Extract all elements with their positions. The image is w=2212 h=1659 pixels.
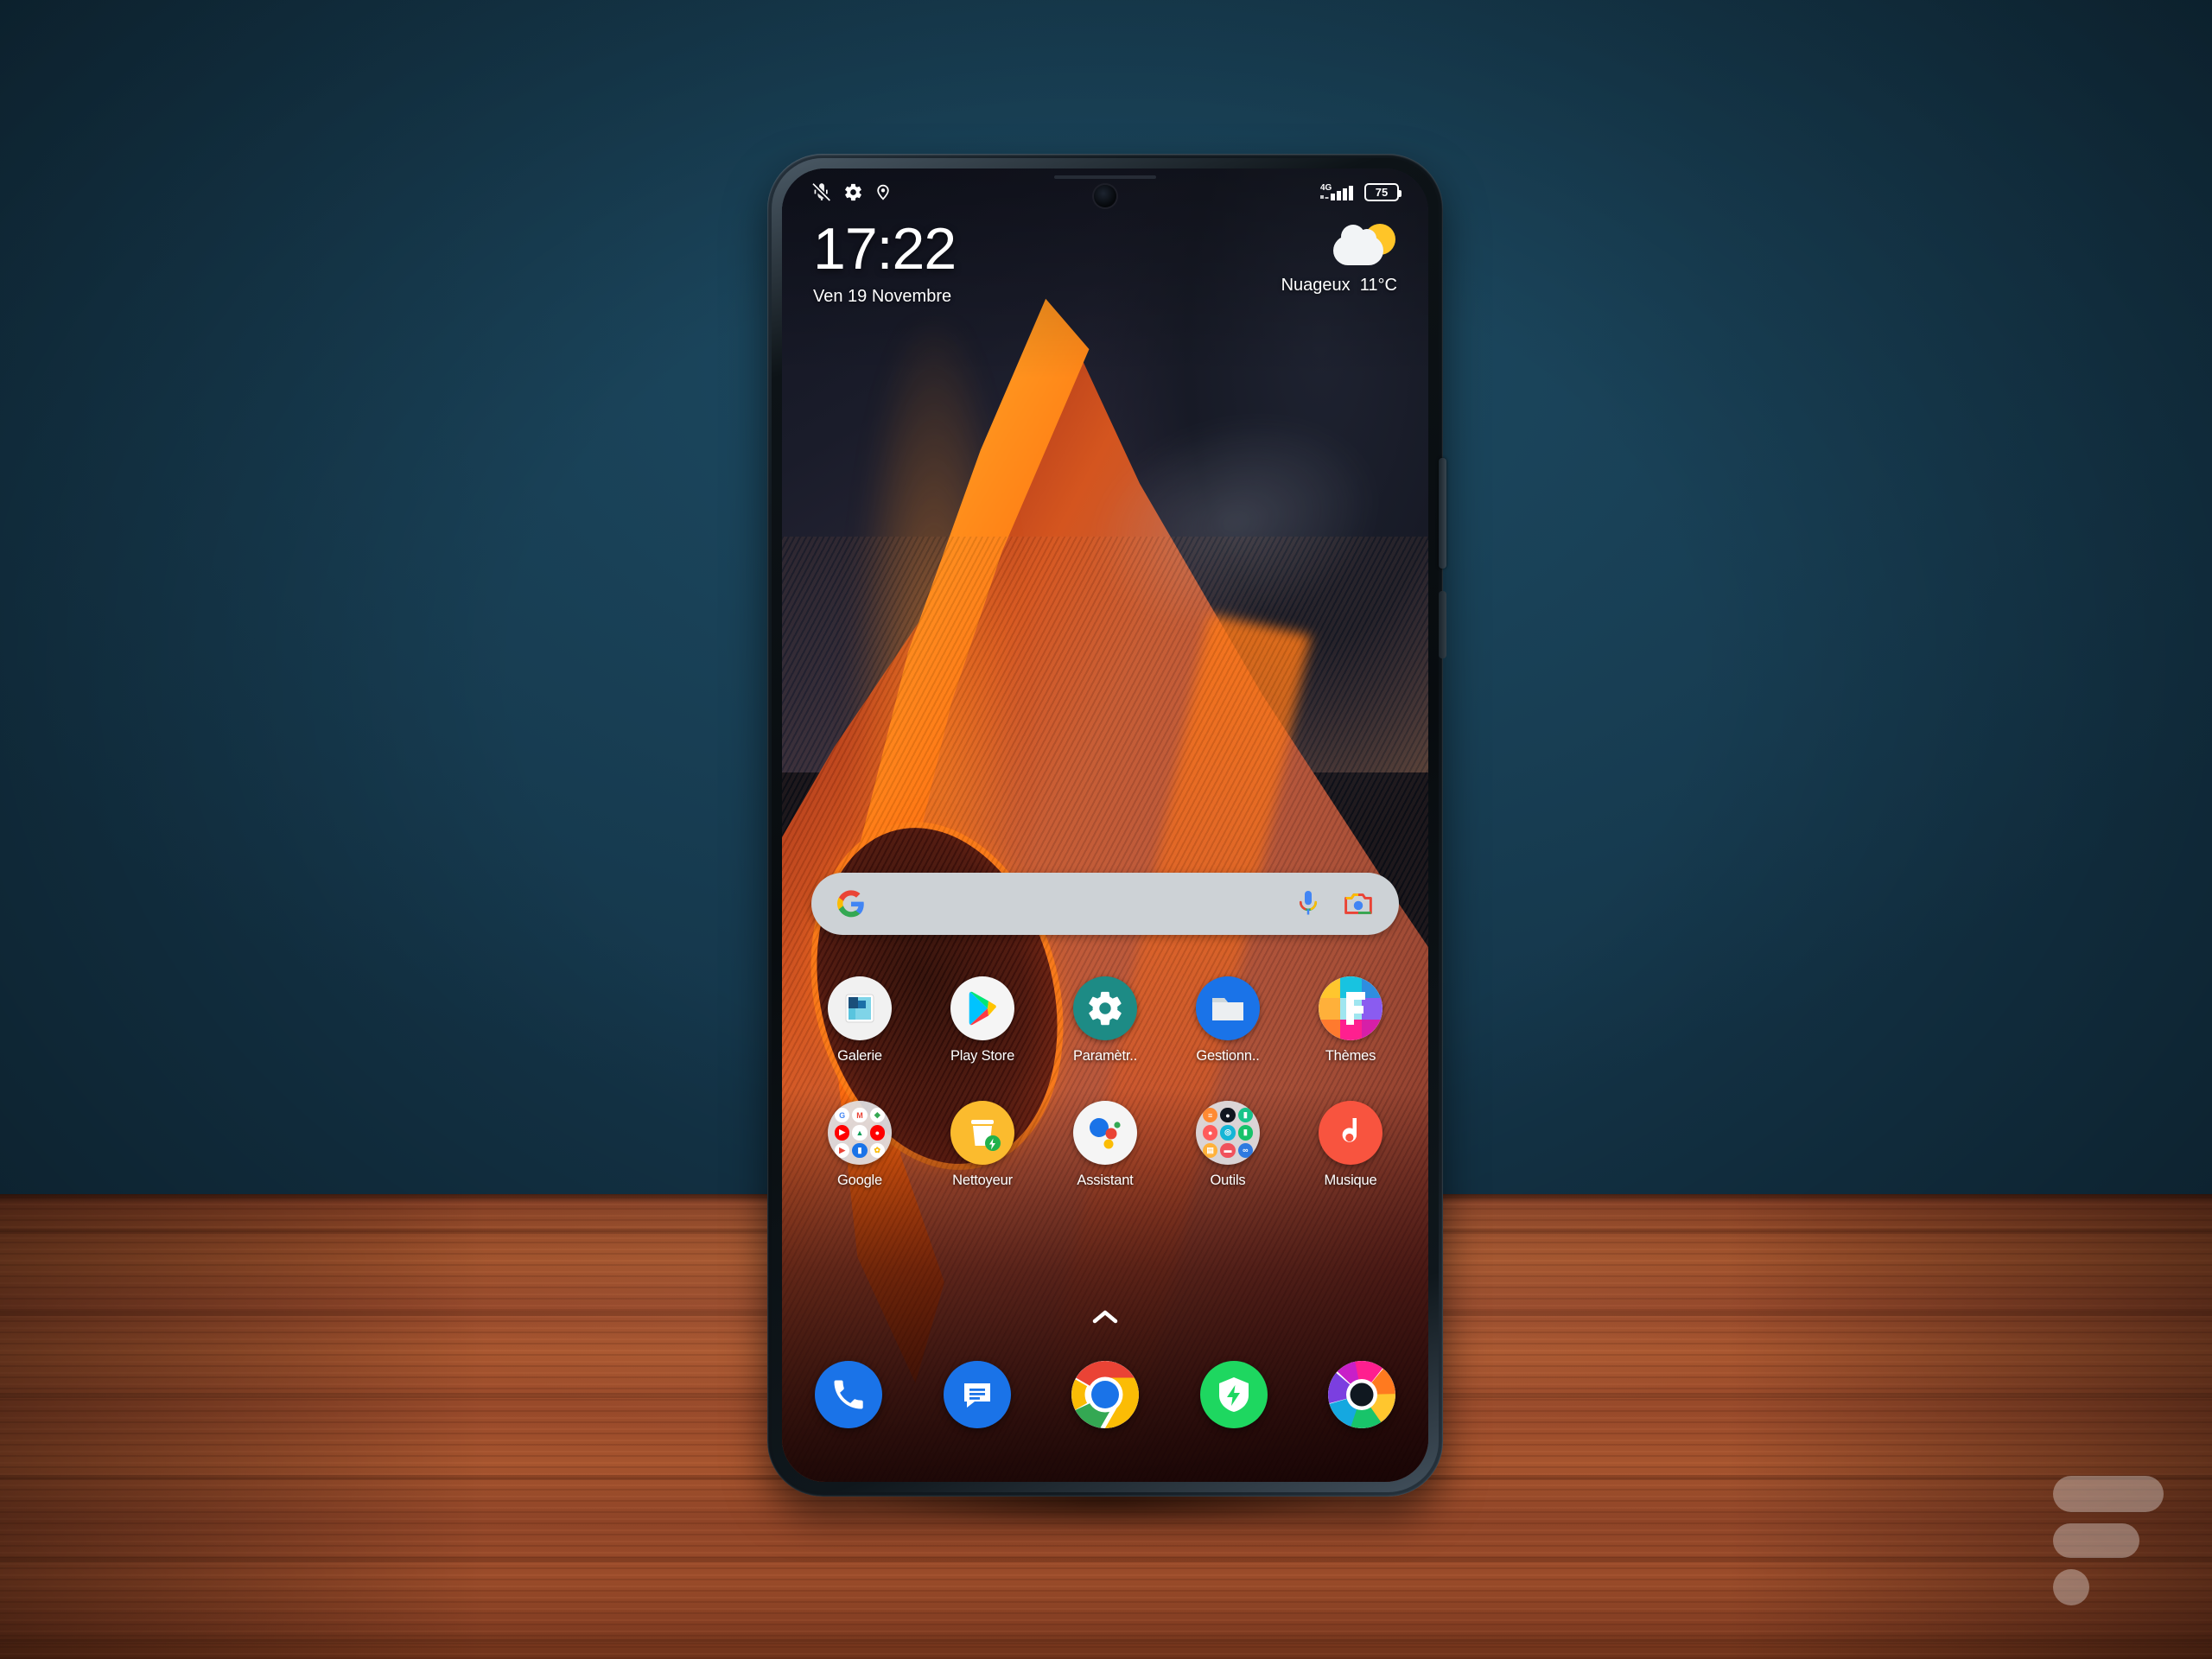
file-manager-icon[interactable] xyxy=(1196,976,1260,1040)
mini-icon-fm-radio: ▬ xyxy=(1220,1142,1236,1158)
app-label: Gestionn.. xyxy=(1196,1048,1260,1064)
app-parametres[interactable]: Paramètr.. xyxy=(1058,976,1152,1065)
chrome-icon[interactable] xyxy=(1071,1361,1139,1428)
gallery-icon[interactable] xyxy=(828,976,892,1040)
google-folder-icon[interactable]: G M ◆ ▶ ▲ ● ▶ ▮ ✿ xyxy=(828,1101,892,1165)
mini-icon-google: G xyxy=(835,1108,850,1123)
app-galerie[interactable]: Galerie xyxy=(813,976,906,1065)
status-bar: 4G 75 xyxy=(782,168,1428,215)
app-themes[interactable]: Thèmes xyxy=(1304,976,1397,1065)
dock xyxy=(782,1361,1428,1428)
app-assistant[interactable]: Assistant xyxy=(1058,1101,1152,1189)
play-store-icon[interactable] xyxy=(950,976,1014,1040)
mini-icon-notes: ▤ xyxy=(1203,1142,1218,1158)
google-g-icon xyxy=(837,890,864,918)
music-icon[interactable] xyxy=(1319,1101,1382,1165)
google-search-bar[interactable] xyxy=(811,873,1399,935)
cloud-shape xyxy=(1333,225,1383,265)
weather-text: Nuageux 11°C xyxy=(1281,276,1397,296)
phone-screen[interactable]: 4G 75 17:22 Ven 19 Novembre Nuageux 11°C… xyxy=(782,168,1428,1482)
app-label: Outils xyxy=(1210,1173,1246,1188)
app-musique[interactable]: Musique xyxy=(1304,1101,1397,1189)
mini-icon-play-movies: ▶ xyxy=(835,1142,850,1158)
app-label: Google xyxy=(836,1173,882,1188)
mini-icon-compass: ◎ xyxy=(1220,1125,1236,1141)
mini-icon-recorder: ● xyxy=(1203,1125,1218,1141)
mini-icon-clock: ● xyxy=(1220,1108,1236,1123)
app-label: Nettoyeur xyxy=(952,1173,1013,1188)
app-nettoyeur[interactable]: Nettoyeur xyxy=(936,1101,1029,1189)
clock-time: 17:22 xyxy=(813,216,957,282)
camera-icon[interactable] xyxy=(1328,1361,1395,1428)
watermark-dot xyxy=(2053,1569,2089,1605)
mini-icon-youtube-music: ● xyxy=(869,1125,885,1141)
weather-temperature: 11°C xyxy=(1359,276,1397,295)
mini-icon-calculator: ≡ xyxy=(1203,1108,1218,1123)
app-label: Paramètr.. xyxy=(1072,1048,1138,1064)
security-shield-icon[interactable] xyxy=(1199,1361,1268,1428)
weather-block[interactable]: Nuageux 11°C xyxy=(1281,220,1397,296)
mini-icon-flashlight: ▮ xyxy=(1237,1108,1253,1123)
app-play-store[interactable]: Play Store xyxy=(936,976,1029,1065)
mini-icon-mi-mover: ∞ xyxy=(1237,1142,1253,1158)
partly-cloudy-icon xyxy=(1333,224,1397,269)
messages-icon[interactable] xyxy=(943,1361,1011,1428)
chevron-up-icon[interactable] xyxy=(1092,1309,1118,1325)
site-logo-watermark xyxy=(2053,1476,2164,1605)
mini-icon-drive: ▲ xyxy=(852,1125,868,1141)
vibrate-off-icon xyxy=(812,183,830,201)
power-button[interactable] xyxy=(1439,458,1446,569)
tools-folder-icon[interactable]: ≡ ● ▮ ● ◎ ▮ ▤ ▬ ∞ xyxy=(1196,1101,1260,1165)
network-type-label: 4G xyxy=(1320,183,1332,193)
mini-icon-meet: ▮ xyxy=(852,1142,868,1158)
google-assistant-icon[interactable] xyxy=(1073,1101,1137,1165)
mini-icon-photos: ✿ xyxy=(869,1142,885,1158)
clock-block[interactable]: 17:22 Ven 19 Novembre xyxy=(813,216,957,307)
gear-icon xyxy=(845,183,861,200)
google-lens-icon[interactable] xyxy=(1344,891,1373,917)
watermark-bar-top xyxy=(2053,1476,2164,1512)
settings-gear-icon[interactable] xyxy=(1073,976,1137,1040)
watermark-bar-middle xyxy=(2053,1523,2139,1558)
mini-icon-youtube: ▶ xyxy=(835,1125,850,1141)
app-folder-google[interactable]: G M ◆ ▶ ▲ ● ▶ ▮ ✿ Google xyxy=(813,1101,906,1189)
mini-icon-screen-recorder: ▮ xyxy=(1237,1125,1253,1141)
app-row: Galerie Play Store Paramètr.. Gestionn..… xyxy=(782,976,1428,1065)
themes-icon[interactable] xyxy=(1319,976,1382,1040)
app-grid: Galerie Play Store Paramètr.. Gestionn..… xyxy=(782,976,1428,1189)
smartphone-device: 4G 75 17:22 Ven 19 Novembre Nuageux 11°C… xyxy=(767,154,1446,1497)
battery-percent-label: 75 xyxy=(1375,185,1389,199)
mini-icon-maps: ◆ xyxy=(869,1108,885,1123)
signal-4g-icon: 4G xyxy=(1320,183,1353,200)
wallpaper xyxy=(782,168,1428,1482)
app-label: Play Store xyxy=(950,1048,1015,1064)
app-row: G M ◆ ▶ ▲ ● ▶ ▮ ✿ Google Nettoyeur Assis… xyxy=(782,1101,1428,1189)
location-pin-icon xyxy=(877,184,889,200)
app-gestionnaire[interactable]: Gestionn.. xyxy=(1181,976,1274,1065)
mini-icon-gmail: M xyxy=(852,1108,868,1123)
clock-date: Ven 19 Novembre xyxy=(813,286,952,306)
app-label: Galerie xyxy=(837,1048,882,1064)
app-label: Musique xyxy=(1324,1173,1377,1188)
weather-condition: Nuageux xyxy=(1281,276,1351,295)
app-label: Thèmes xyxy=(1325,1048,1376,1064)
app-label: Assistant xyxy=(1077,1173,1134,1188)
cleaner-icon[interactable] xyxy=(950,1101,1014,1165)
volume-button[interactable] xyxy=(1439,591,1446,658)
battery-indicator: 75 xyxy=(1364,182,1402,201)
microphone-icon[interactable] xyxy=(1295,889,1321,918)
wallpaper-scrim xyxy=(782,168,1428,1482)
app-folder-outils[interactable]: ≡ ● ▮ ● ◎ ▮ ▤ ▬ ∞ Outils xyxy=(1181,1101,1274,1189)
clock-weather-widget[interactable]: 17:22 Ven 19 Novembre Nuageux 11°C xyxy=(782,216,1428,307)
phone-icon[interactable] xyxy=(815,1361,882,1428)
